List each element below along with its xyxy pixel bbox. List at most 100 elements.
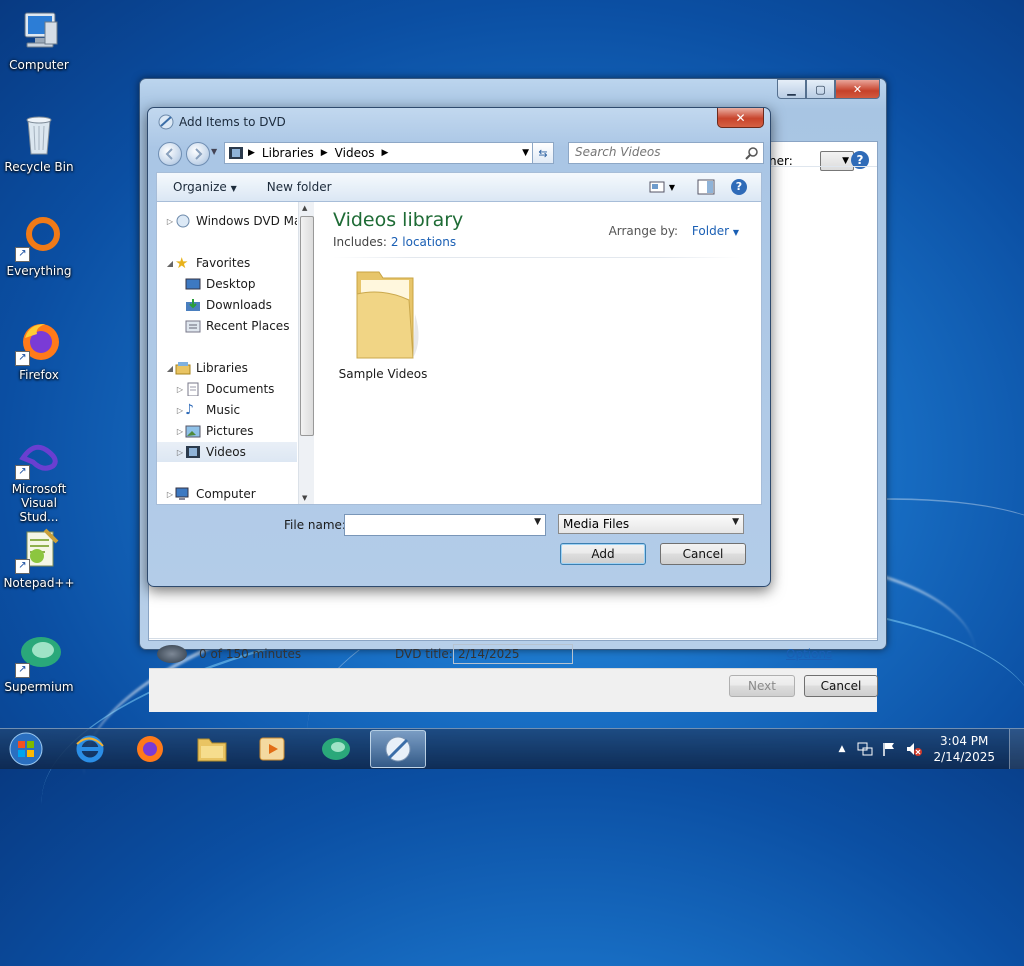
window-caption-buttons: ▁ ▢ ✕ <box>777 79 880 99</box>
file-name-input[interactable] <box>345 515 528 533</box>
cancel-button[interactable]: Cancel <box>660 543 746 565</box>
collapse-arrow-icon: ◢ <box>166 363 174 373</box>
nav-libraries[interactable]: ◢ Libraries <box>165 358 248 378</box>
desktop-icon-visual-studio[interactable]: ↗ Microsoft Visual Stud... <box>0 432 78 524</box>
desktop-icon-label: Notepad++ <box>3 576 75 590</box>
view-options-button[interactable]: ▼ <box>649 181 675 193</box>
nav-item-documents[interactable]: ▷ Documents <box>175 379 274 399</box>
nav-item-desktop[interactable]: Desktop <box>185 274 256 294</box>
close-button[interactable]: ✕ <box>835 79 880 99</box>
recent-pages-dropdown[interactable]: ▼ <box>211 147 217 156</box>
dvd-maker-app-icon <box>158 114 174 130</box>
search-input[interactable] <box>569 143 745 161</box>
nav-computer[interactable]: ▷ Computer <box>165 484 256 504</box>
expand-arrow-icon: ▷ <box>176 405 184 415</box>
folder-icon <box>356 271 419 359</box>
action-center-flag-icon[interactable] <box>881 741 897 757</box>
search-box[interactable] <box>568 142 764 164</box>
options-link[interactable]: Options <box>786 647 832 661</box>
firefox-icon: ↗ <box>15 318 63 366</box>
nav-label: Documents <box>206 382 275 396</box>
computer-icon <box>175 487 189 500</box>
show-hidden-icons-button[interactable]: ▲ <box>839 744 846 754</box>
nav-scrollbar[interactable]: ▲ ▼ <box>298 202 314 504</box>
nav-label: Favorites <box>196 256 251 270</box>
recent-places-icon <box>185 320 201 333</box>
library-includes: Includes: 2 locations <box>333 235 456 249</box>
scroll-down-arrow-icon[interactable]: ▼ <box>302 494 307 502</box>
dialog-title: Add Items to DVD <box>179 115 286 129</box>
taskbar-explorer[interactable] <box>184 730 240 768</box>
desktop-icon-everything[interactable]: ↗ Everything <box>0 214 78 278</box>
nav-item-pictures[interactable]: ▷ Pictures <box>175 421 254 441</box>
search-icon[interactable] <box>745 146 759 160</box>
file-name-combo[interactable]: ▼ <box>344 514 546 536</box>
taskbar-dvd-maker[interactable] <box>370 730 426 768</box>
disc-icon <box>157 645 187 663</box>
file-type-select[interactable]: Media Files ▼ <box>558 514 744 534</box>
breadcrumb-separator-icon: ▶ <box>320 148 328 158</box>
nav-item-recent-places[interactable]: Recent Places <box>185 316 289 336</box>
desktop-icon-label: Microsoft Visual Stud... <box>11 482 67 524</box>
dvd-title-input[interactable]: 2/14/2025 <box>453 644 573 664</box>
address-history-dropdown[interactable]: ▼ <box>522 148 529 158</box>
next-button[interactable]: Next <box>729 675 795 697</box>
cancel-button[interactable]: Cancel <box>804 675 878 697</box>
nav-item-downloads[interactable]: Downloads <box>185 295 272 315</box>
system-tray: ▲ 3:04 PM 2/14/2025 <box>839 729 1024 769</box>
chevron-down-icon[interactable]: ▼ <box>534 517 541 527</box>
scrollbar-thumb[interactable] <box>300 216 314 436</box>
new-folder-button[interactable]: New folder <box>267 180 332 194</box>
star-icon: ★ <box>175 254 189 272</box>
nav-item-dvd-maker[interactable]: ▷ Windows DVD Mak <box>165 211 297 231</box>
library-title: Videos library <box>333 209 464 231</box>
taskbar-firefox[interactable] <box>122 730 178 768</box>
locations-link[interactable]: 2 locations <box>391 235 456 249</box>
chevron-down-icon: ▼ <box>732 228 739 237</box>
breadcrumb-libraries[interactable]: Libraries <box>262 146 314 160</box>
back-button[interactable] <box>158 142 182 166</box>
clock[interactable]: 3:04 PM 2/14/2025 <box>933 733 995 765</box>
desktop-icon <box>185 278 201 290</box>
show-desktop-button[interactable] <box>1009 729 1024 769</box>
help-icon[interactable]: ? <box>731 179 747 195</box>
refresh-button[interactable]: ⇆ <box>532 142 554 164</box>
taskbar-media-player[interactable] <box>244 730 300 768</box>
dialog-close-button[interactable]: ✕ <box>717 108 764 128</box>
navigation-pane: ▷ Windows DVD Mak ◢ ★ Favorites Desktop … <box>157 202 297 504</box>
add-button[interactable]: Add <box>560 543 646 565</box>
taskbar-supermium[interactable] <box>308 730 364 768</box>
volume-muted-icon[interactable] <box>905 741 923 757</box>
network-icon[interactable] <box>857 741 873 757</box>
desktop-icon-label: Supermium <box>4 680 74 694</box>
organize-menu[interactable]: Organize ▼ <box>173 180 237 194</box>
shortcut-arrow-icon: ↗ <box>15 663 30 678</box>
nav-label: Downloads <box>206 298 272 312</box>
scroll-up-arrow-icon[interactable]: ▲ <box>302 204 307 212</box>
forward-button[interactable] <box>186 142 210 166</box>
maximize-button[interactable]: ▢ <box>806 79 835 99</box>
desktop-icon-recycle-bin[interactable]: Recycle Bin <box>0 110 78 174</box>
preview-pane-icon[interactable] <box>697 179 715 195</box>
folder-item[interactable]: Sample Videos <box>333 264 433 381</box>
nav-item-music[interactable]: ▷ ♪ Music <box>175 400 240 420</box>
nav-favorites[interactable]: ◢ ★ Favorites <box>165 253 250 273</box>
breadcrumb-videos[interactable]: Videos <box>335 146 375 160</box>
capacity-status: 0 of 150 minutes <box>199 647 302 661</box>
desktop-icon-supermium[interactable]: ↗ Supermium <box>0 630 78 694</box>
desktop-icon-notepadpp[interactable]: ↗ Notepad++ <box>0 526 78 590</box>
nav-item-videos[interactable]: ▷ Videos <box>157 442 297 462</box>
minimize-button[interactable]: ▁ <box>777 79 806 99</box>
address-bar[interactable]: ▶ Libraries ▶ Videos ▶ ▼ <box>224 142 541 164</box>
expand-arrow-icon: ▷ <box>166 489 174 499</box>
desktop-icon-firefox[interactable]: ↗ Firefox <box>0 318 78 382</box>
expand-arrow-icon: ▷ <box>176 447 184 457</box>
dropdown-select[interactable]: ▼ <box>820 151 854 171</box>
libraries-icon <box>175 362 191 375</box>
desktop-icon-computer[interactable]: Computer <box>0 8 78 72</box>
taskbar-internet-explorer[interactable] <box>62 730 118 768</box>
expand-arrow-icon: ▷ <box>166 216 174 226</box>
start-button[interactable] <box>0 730 52 768</box>
file-list-pane: Videos library Includes: 2 locations Arr… <box>315 202 761 504</box>
arrange-dropdown[interactable]: Folder ▼ <box>692 224 739 238</box>
